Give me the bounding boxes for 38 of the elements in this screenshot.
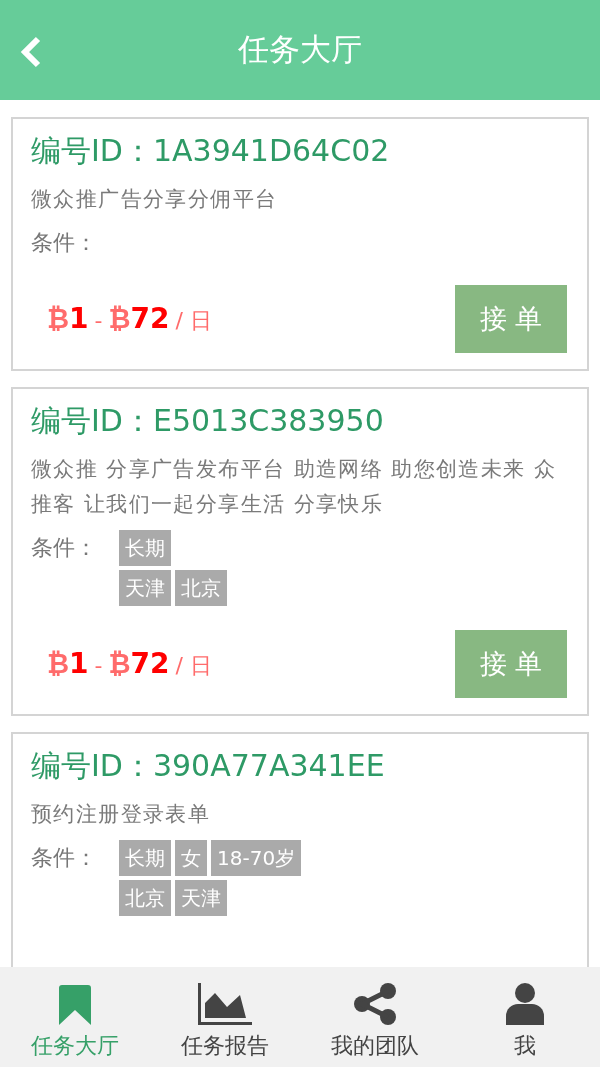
task-id: 编号ID：E5013C383950 bbox=[31, 402, 385, 440]
tab-item[interactable]: 我 bbox=[450, 967, 600, 1067]
currency-symbol: ₿ bbox=[47, 303, 69, 335]
task-id: 编号ID：1A3941D64C02 bbox=[31, 132, 391, 170]
bookmark-icon bbox=[57, 985, 93, 1025]
task-description: 微众推 分享广告发布平台 助造网络 助您创造未来 众推客 让我们一起分享生活 分享快乐 bbox=[31, 456, 558, 518]
range-dash: - bbox=[94, 308, 103, 333]
condition-tag: 北京 bbox=[119, 880, 171, 916]
condition-tag: 北京 bbox=[175, 570, 227, 606]
condition-tag: 长期 bbox=[119, 530, 171, 566]
price-min: 1 bbox=[69, 302, 89, 335]
price-unit: / 日 bbox=[175, 652, 212, 680]
condition-tag: 18-70岁 bbox=[211, 840, 302, 876]
task-id: 编号ID：390A77A341EE bbox=[31, 747, 386, 785]
condition-tag: 天津 bbox=[119, 570, 171, 606]
condition-label: 条件： bbox=[31, 844, 97, 872]
tab-item[interactable]: 我的团队 bbox=[300, 967, 450, 1067]
price-max: 72 bbox=[130, 647, 170, 680]
task-description: 预约注册登录表单 bbox=[31, 801, 212, 828]
condition-label: 条件： bbox=[31, 229, 97, 257]
range-dash: - bbox=[94, 653, 103, 678]
tab-item[interactable]: 任务报告 bbox=[150, 967, 300, 1067]
area-chart-icon bbox=[198, 983, 252, 1025]
condition-tag: 长期 bbox=[119, 840, 171, 876]
back-icon[interactable] bbox=[18, 36, 42, 68]
currency-symbol: ₿ bbox=[108, 648, 131, 680]
task-description: 微众推广告分享分佣平台 bbox=[31, 186, 279, 213]
currency-symbol: ₿ bbox=[108, 303, 131, 335]
condition-label: 条件： bbox=[31, 534, 97, 562]
price-min: 1 bbox=[69, 647, 89, 680]
price-unit: / 日 bbox=[175, 307, 212, 335]
page-title: 任务大厅 bbox=[238, 30, 362, 69]
person-icon bbox=[506, 983, 544, 1025]
share-icon bbox=[354, 983, 396, 1025]
currency-symbol: ₿ bbox=[47, 648, 69, 680]
condition-tag: 天津 bbox=[175, 880, 227, 916]
price-max: 72 bbox=[130, 302, 170, 335]
condition-tag: 女 bbox=[175, 840, 207, 876]
